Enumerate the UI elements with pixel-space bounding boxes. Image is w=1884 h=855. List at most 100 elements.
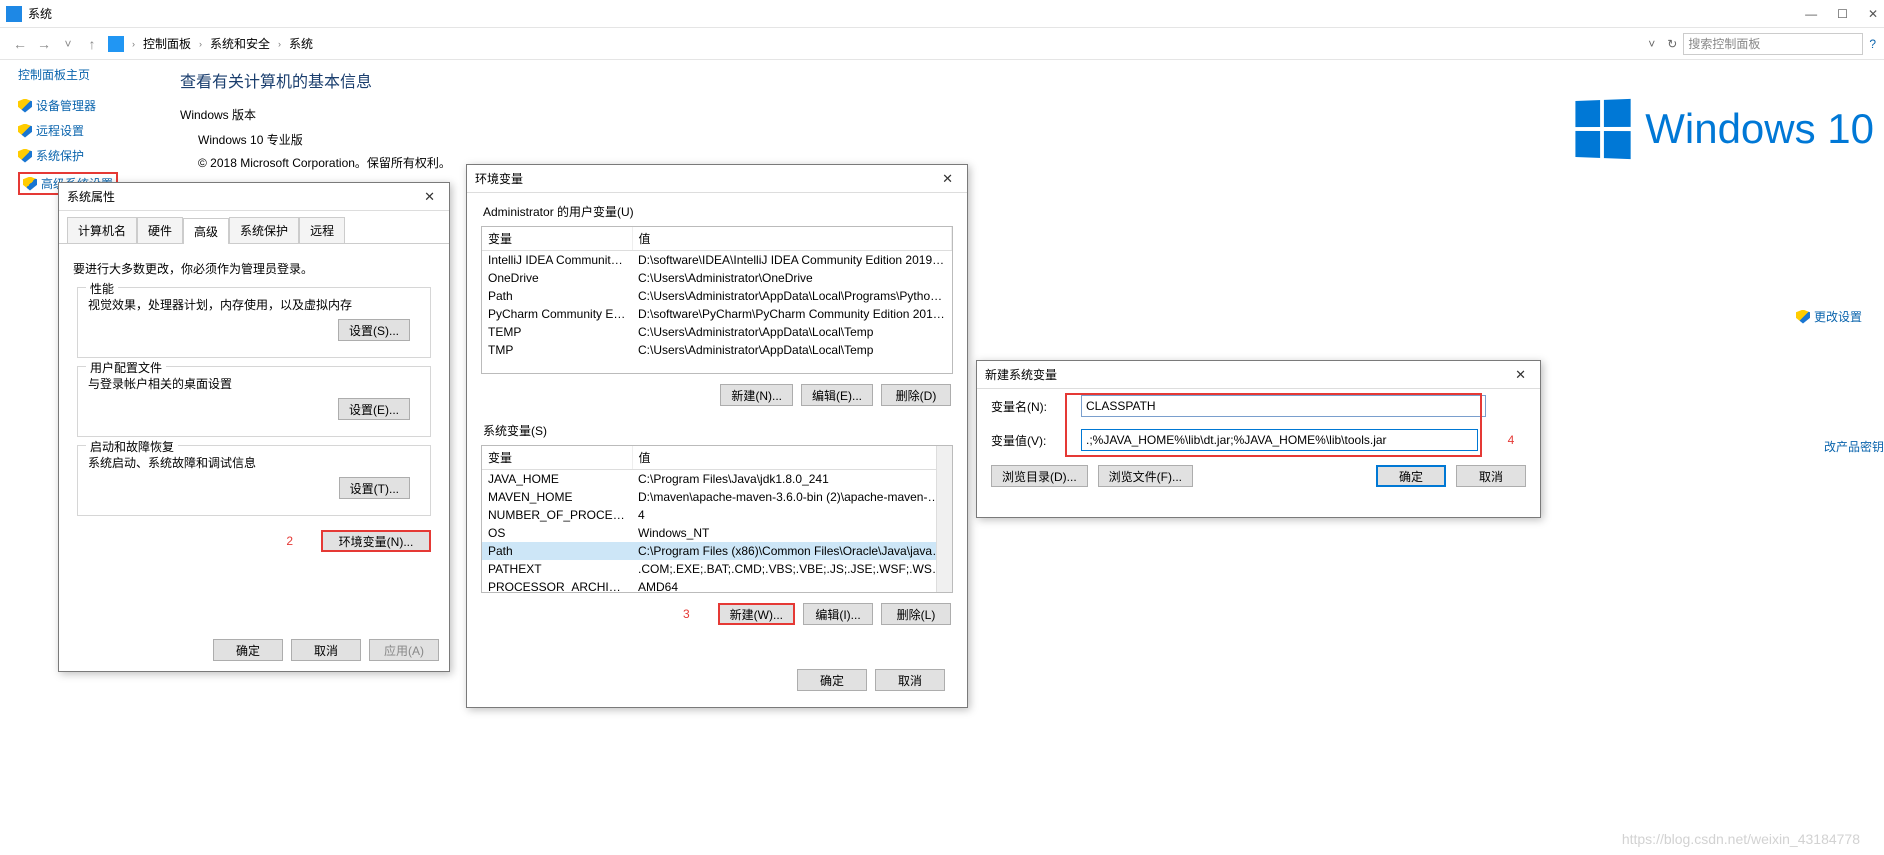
windows-logo-icon xyxy=(1576,99,1631,159)
tab-remote[interactable]: 远程 xyxy=(299,217,345,243)
table-row[interactable]: PATHEXT.COM;.EXE;.BAT;.CMD;.VBS;.VBE;.JS… xyxy=(482,560,952,578)
window-title: 系统 xyxy=(28,5,52,22)
tab-system-protection[interactable]: 系统保护 xyxy=(229,217,299,243)
minimize-button[interactable]: — xyxy=(1805,7,1817,21)
maximize-button[interactable]: ☐ xyxy=(1837,7,1848,21)
environment-variables-button[interactable]: 环境变量(N)... xyxy=(321,530,431,552)
browse-file-button[interactable]: 浏览文件(F)... xyxy=(1098,465,1193,487)
page-heading: 查看有关计算机的基本信息 xyxy=(180,68,1864,92)
crumb-1[interactable]: 系统和安全 xyxy=(206,35,274,52)
windows-logo: Windows 10 xyxy=(1573,100,1874,158)
system-protection-link[interactable]: 系统保护 xyxy=(18,147,158,164)
shield-icon xyxy=(18,149,32,163)
tab-hardware[interactable]: 硬件 xyxy=(137,217,183,243)
table-row[interactable]: OneDriveC:\Users\Administrator\OneDrive xyxy=(482,269,952,287)
performance-settings-button[interactable]: 设置(S)... xyxy=(338,319,410,341)
variable-value-label: 变量值(V): xyxy=(991,432,1071,449)
nav-recent[interactable]: ˅ xyxy=(56,37,80,51)
shield-icon xyxy=(18,99,32,113)
shield-icon xyxy=(18,124,32,138)
tab-advanced[interactable]: 高级 xyxy=(183,218,229,244)
help-icon[interactable]: ? xyxy=(1869,37,1876,51)
table-row[interactable]: MAVEN_HOMED:\maven\apache-maven-3.6.0-bi… xyxy=(482,488,952,506)
close-button[interactable]: ✕ xyxy=(1868,7,1878,21)
windows-logo-text: Windows 10 xyxy=(1645,105,1874,153)
app-icon xyxy=(6,6,22,22)
apply-button[interactable]: 应用(A) xyxy=(369,639,439,661)
nav-bar: ← → ˅ ↑ › 控制面板 › 系统和安全 › 系统 ˅ ↻ 搜索控制面板 ? xyxy=(0,28,1884,60)
table-row[interactable]: JAVA_HOMEC:\Program Files\Java\jdk1.8.0_… xyxy=(482,470,952,489)
tabstrip: 计算机名 硬件 高级 系统保护 远程 xyxy=(59,211,449,244)
address-dropdown[interactable]: ˅ xyxy=(1642,37,1661,51)
system-delete-button[interactable]: 删除(L) xyxy=(881,603,951,625)
browse-directory-button[interactable]: 浏览目录(D)... xyxy=(991,465,1088,487)
crumb-2[interactable]: 系统 xyxy=(285,35,317,52)
shield-icon xyxy=(23,177,37,191)
device-manager-link[interactable]: 设备管理器 xyxy=(18,97,158,114)
dialog-title: 新建系统变量 xyxy=(985,366,1057,383)
search-input[interactable]: 搜索控制面板 xyxy=(1683,33,1863,55)
close-icon[interactable]: ✕ xyxy=(418,189,441,205)
table-row[interactable]: TEMPC:\Users\Administrator\AppData\Local… xyxy=(482,323,952,341)
cancel-button[interactable]: 取消 xyxy=(1456,465,1526,487)
user-new-button[interactable]: 新建(N)... xyxy=(720,384,793,406)
shield-icon xyxy=(1796,310,1810,324)
change-product-key-link[interactable]: 改产品密钥 xyxy=(1824,438,1884,455)
ok-button[interactable]: 确定 xyxy=(213,639,283,661)
performance-desc: 视觉效果，处理器计划，内存使用，以及虚拟内存 xyxy=(88,296,420,313)
cancel-button[interactable]: 取消 xyxy=(291,639,361,661)
table-row[interactable]: PyCharm Community Editi...D:\software\Py… xyxy=(482,305,952,323)
dialog-title: 系统属性 xyxy=(67,188,115,205)
close-icon[interactable]: ✕ xyxy=(936,171,959,187)
user-vars-label: Administrator 的用户变量(U) xyxy=(467,193,967,222)
variable-value-input[interactable] xyxy=(1081,429,1478,451)
crumb-0[interactable]: 控制面板 xyxy=(139,35,195,52)
system-vars-table[interactable]: 变量值JAVA_HOMEC:\Program Files\Java\jdk1.8… xyxy=(481,445,953,593)
ok-button[interactable]: 确定 xyxy=(797,669,867,691)
control-panel-icon xyxy=(108,36,124,52)
user-profiles-desc: 与登录帐户相关的桌面设置 xyxy=(88,375,420,392)
new-system-variable-dialog: 新建系统变量 ✕ 变量名(N): 变量值(V): 4 浏览目录(D)... 浏览… xyxy=(976,360,1541,518)
system-vars-label: 系统变量(S) xyxy=(467,412,967,441)
table-row[interactable]: IntelliJ IDEA Community E...D:\software\… xyxy=(482,251,952,270)
startup-recovery-desc: 系统启动、系统故障和调试信息 xyxy=(88,454,420,471)
admin-note: 要进行大多数更改，你必须作为管理员登录。 xyxy=(73,260,435,277)
user-profiles-group: 用户配置文件 与登录帐户相关的桌面设置 设置(E)... xyxy=(77,366,431,437)
table-row[interactable]: OSWindows_NT xyxy=(482,524,952,542)
remote-settings-link[interactable]: 远程设置 xyxy=(18,122,158,139)
cancel-button[interactable]: 取消 xyxy=(875,669,945,691)
annotation-3: 3 xyxy=(683,607,690,621)
table-row[interactable]: PROCESSOR_ARCHITECT...AMD64 xyxy=(482,578,952,593)
user-profiles-settings-button[interactable]: 设置(E)... xyxy=(338,398,410,420)
user-vars-table[interactable]: 变量值IntelliJ IDEA Community E...D:\softwa… xyxy=(481,226,953,374)
environment-variables-dialog: 环境变量 ✕ Administrator 的用户变量(U) 变量值Intelli… xyxy=(466,164,968,708)
scrollbar[interactable] xyxy=(936,446,952,592)
ok-button[interactable]: 确定 xyxy=(1376,465,1446,487)
crumb-sep: › xyxy=(128,39,139,49)
table-row[interactable]: TMPC:\Users\Administrator\AppData\Local\… xyxy=(482,341,952,359)
window-titlebar: 系统 — ☐ ✕ xyxy=(0,0,1884,28)
control-panel-home-link[interactable]: 控制面板主页 xyxy=(18,66,158,83)
system-edit-button[interactable]: 编辑(I)... xyxy=(803,603,873,625)
table-row[interactable]: PathC:\Program Files (x86)\Common Files\… xyxy=(482,542,952,560)
tab-computer-name[interactable]: 计算机名 xyxy=(67,217,137,243)
close-icon[interactable]: ✕ xyxy=(1509,367,1532,383)
startup-recovery-settings-button[interactable]: 设置(T)... xyxy=(339,477,410,499)
annotation-4: 4 xyxy=(1496,433,1526,447)
change-settings-link[interactable]: 更改设置 xyxy=(1796,308,1862,325)
system-properties-dialog: 系统属性 ✕ 计算机名 硬件 高级 系统保护 远程 要进行大多数更改，你必须作为… xyxy=(58,182,450,672)
nav-back[interactable]: ← xyxy=(8,36,32,52)
refresh-button[interactable]: ↻ xyxy=(1661,37,1683,51)
nav-forward[interactable]: → xyxy=(32,36,56,52)
system-new-button[interactable]: 新建(W)... xyxy=(718,603,795,625)
user-edit-button[interactable]: 编辑(E)... xyxy=(801,384,873,406)
startup-recovery-group: 启动和故障恢复 系统启动、系统故障和调试信息 设置(T)... xyxy=(77,445,431,516)
user-delete-button[interactable]: 删除(D) xyxy=(881,384,951,406)
table-row[interactable]: PathC:\Users\Administrator\AppData\Local… xyxy=(482,287,952,305)
watermark: https://blog.csdn.net/weixin_43184778 xyxy=(1622,831,1860,847)
performance-group: 性能 视觉效果，处理器计划，内存使用，以及虚拟内存 设置(S)... xyxy=(77,287,431,358)
annotation-2: 2 xyxy=(286,534,293,548)
table-row[interactable]: NUMBER_OF_PROCESSORS4 xyxy=(482,506,952,524)
nav-up[interactable]: ↑ xyxy=(80,36,104,52)
variable-name-input[interactable] xyxy=(1081,395,1486,417)
